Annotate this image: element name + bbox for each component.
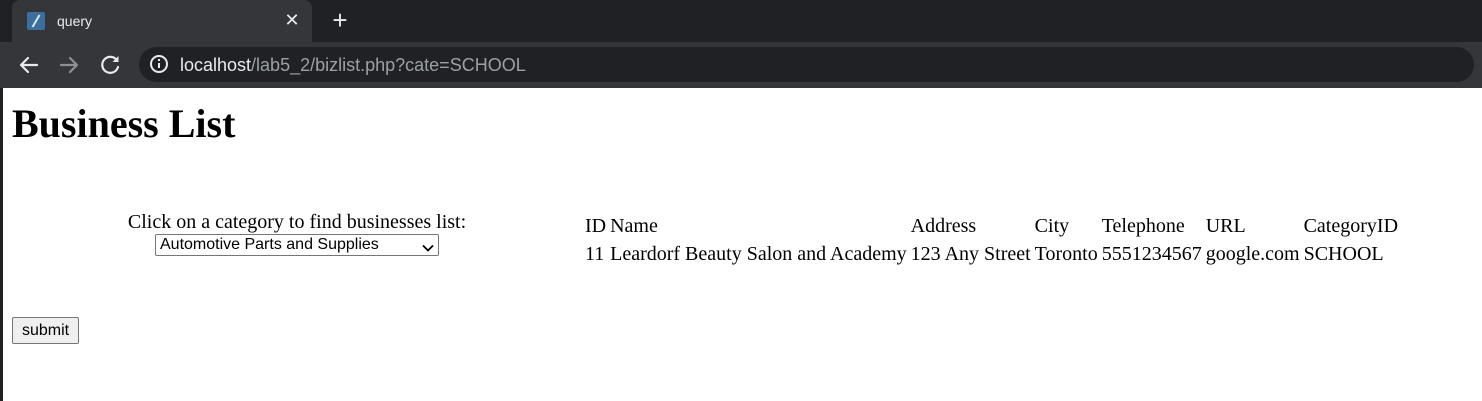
back-arrow-icon[interactable] (14, 50, 44, 80)
forward-arrow-icon[interactable] (54, 50, 84, 80)
address-bar[interactable]: localhost/lab5_2/bizlist.php?cate=SCHOOL (139, 47, 1474, 82)
cell-categoryid: SCHOOL (1303, 243, 1384, 265)
table-row: 11 Leardorf Beauty Salon and Academy 123… (584, 241, 1399, 267)
results-cell: ID Name Address City Telephone URL Categ… (582, 211, 1401, 269)
cell-telephone: 5551234567 (1101, 243, 1202, 265)
tab-strip: query ✕ + (0, 0, 1482, 42)
cell-city: Toronto (1034, 243, 1098, 265)
column-header-telephone: Telephone (1101, 215, 1185, 237)
url-host: localhost (180, 55, 252, 75)
column-header-url: URL (1205, 215, 1246, 237)
url-text[interactable]: localhost/lab5_2/bizlist.php?cate=SCHOOL (180, 55, 526, 75)
favicon-icon (27, 12, 45, 30)
chevron-down-icon (422, 239, 434, 258)
category-form: Click on a category to find businesses l… (12, 211, 582, 269)
browser-toolbar: localhost/lab5_2/bizlist.php?cate=SCHOOL (0, 42, 1482, 88)
cell-url: google.com (1205, 243, 1300, 265)
browser-tab[interactable]: query ✕ (12, 0, 312, 42)
tab-title: query (57, 13, 93, 29)
column-header-name: Name (610, 215, 658, 237)
cell-name: Leardorf Beauty Salon and Academy (610, 243, 907, 265)
url-path: /lab5_2/bizlist.php?cate=SCHOOL (251, 55, 526, 75)
reload-icon[interactable] (95, 50, 125, 80)
table-header-row: ID Name Address City Telephone URL Categ… (584, 213, 1399, 239)
content-layout: Click on a category to find businesses l… (12, 211, 1401, 269)
column-header-address: Address (910, 215, 977, 237)
column-header-id: ID (585, 215, 607, 237)
column-header-city: City (1034, 215, 1070, 237)
cell-address: 123 Any Street (910, 243, 1031, 265)
new-tab-icon[interactable]: + (326, 7, 354, 35)
close-tab-icon[interactable]: ✕ (280, 8, 304, 32)
column-header-categoryid: CategoryID (1303, 215, 1399, 237)
info-icon[interactable] (150, 55, 168, 73)
business-table: ID Name Address City Telephone URL Categ… (582, 211, 1401, 269)
category-prompt: Click on a category to find businesses l… (127, 211, 467, 233)
page-viewport: Business List Click on a category to fin… (3, 88, 1482, 401)
submit-button[interactable]: submit (12, 317, 80, 344)
category-select[interactable]: Automotive Parts and Supplies (155, 234, 439, 256)
category-select-value: Automotive Parts and Supplies (160, 236, 379, 253)
cell-id: 11 (585, 243, 605, 265)
page-title: Business List (12, 101, 236, 146)
